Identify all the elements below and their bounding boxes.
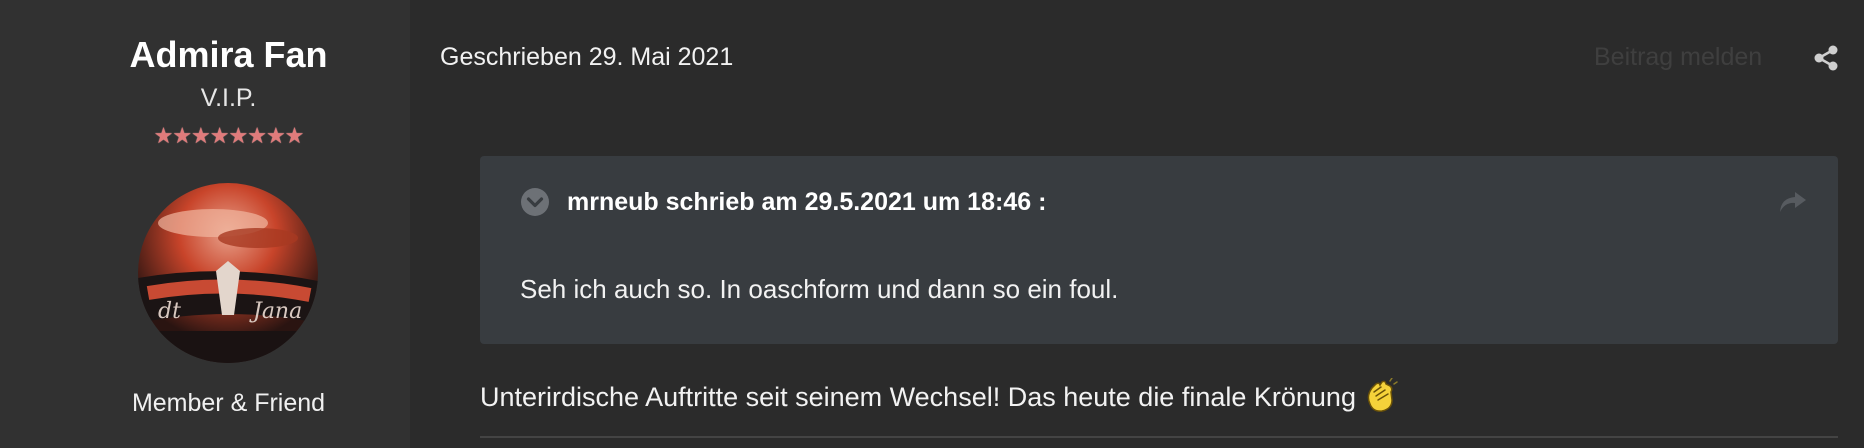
member-group: Member & Friend: [131, 389, 326, 417]
avatar-image: dt Jana: [138, 183, 318, 363]
svg-text:dt: dt: [158, 299, 181, 324]
post-divider: [480, 436, 1838, 438]
chevron-down-icon[interactable]: [520, 187, 550, 217]
post-date[interactable]: Geschrieben 29. Mai 2021: [440, 43, 733, 72]
author-rank: V.I.P.: [200, 84, 257, 112]
share-icon[interactable]: [1812, 44, 1840, 72]
avatar[interactable]: dt Jana: [138, 183, 318, 363]
forward-arrow-icon[interactable]: [1778, 190, 1808, 214]
post-body-text: Unterirdische Auftritte seit seinem Wech…: [480, 382, 1356, 412]
quote-text: Seh ich auch so. In oaschform und dann s…: [520, 274, 1119, 304]
quote-citation: mrneub schrieb am 29.5.2021 um 18:46 :: [567, 188, 1047, 216]
author-name[interactable]: Admira Fan: [0, 34, 457, 76]
rank-stars: ★★★★★★★★: [153, 123, 305, 148]
svg-text:Jana: Jana: [249, 299, 302, 324]
clapping-hands-icon: [1362, 377, 1398, 421]
report-post-link[interactable]: Beitrag melden: [1594, 43, 1762, 72]
post-body: Unterirdische Auftritte seit seinem Wech…: [480, 377, 1398, 421]
quote-block: mrneub schrieb am 29.5.2021 um 18:46 : S…: [480, 156, 1838, 344]
